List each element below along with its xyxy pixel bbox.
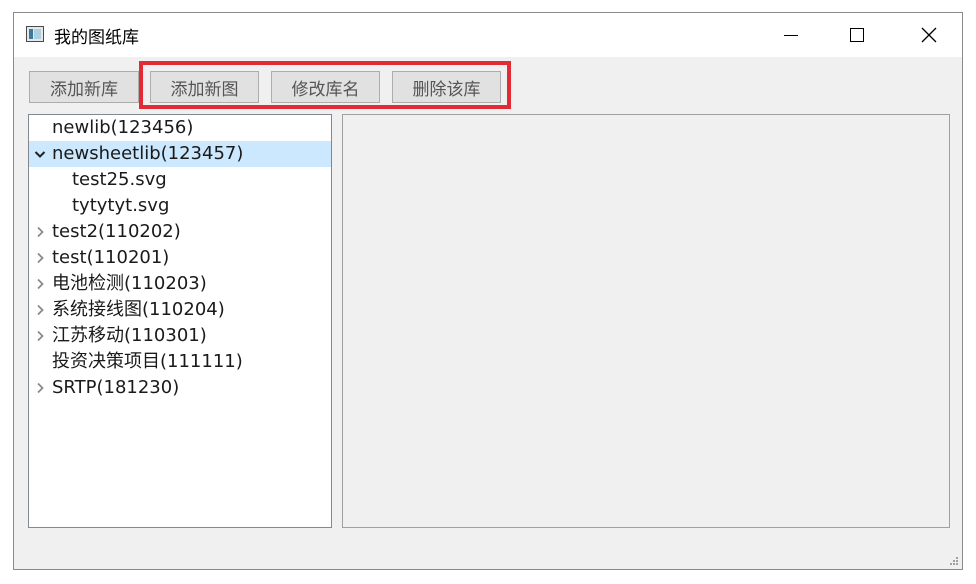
tree-item[interactable]: 电池检测(110203)	[29, 271, 331, 297]
tree-item-label: test25.svg	[72, 169, 167, 190]
maximize-icon	[850, 28, 864, 42]
tree-item[interactable]: 江苏移动(110301)	[29, 323, 331, 349]
tree-item[interactable]: 系统接线图(110204)	[29, 297, 331, 323]
tree-item-label: newsheetlib(123457)	[52, 143, 244, 164]
maximize-button[interactable]	[822, 13, 892, 57]
resize-grip-icon[interactable]	[949, 556, 959, 566]
tree-item-label: newlib(123456)	[52, 117, 194, 138]
tree-item-label: tytytyt.svg	[72, 195, 170, 216]
chevron-down-icon[interactable]	[34, 141, 46, 167]
tree-item[interactable]: SRTP(181230)	[29, 375, 331, 401]
tree-item[interactable]: test(110201)	[29, 245, 331, 271]
window-title: 我的图纸库	[54, 28, 139, 48]
highlight-box	[139, 61, 511, 109]
chevron-right-icon[interactable]	[34, 297, 46, 323]
tree-item-label: 电池检测(110203)	[52, 273, 207, 294]
close-button[interactable]	[894, 13, 964, 57]
tree-item-label: test2(110202)	[52, 221, 181, 242]
chevron-right-icon[interactable]	[34, 375, 46, 401]
drawing-preview-panel	[342, 114, 950, 528]
title-bar: 我的图纸库	[14, 13, 962, 57]
chevron-right-icon[interactable]	[34, 323, 46, 349]
minimize-icon	[784, 34, 798, 36]
library-tree[interactable]: newlib(123456) newsheetlib(123457) test25.…	[28, 114, 332, 528]
add-library-button[interactable]: 添加新库	[29, 71, 139, 103]
tree-item[interactable]: test25.svg	[29, 167, 331, 193]
tree-item-label: test(110201)	[52, 247, 170, 268]
tree-item[interactable]: 投资决策项目(111111)	[29, 349, 331, 375]
chevron-right-icon[interactable]	[34, 219, 46, 245]
main-window: 我的图纸库 添加新库 添加新图 修改库名 删除该库 newlib(123456)…	[13, 12, 963, 570]
close-icon	[921, 27, 937, 43]
tree-item[interactable]: newsheetlib(123457)	[29, 141, 331, 167]
tree-item[interactable]: tytytyt.svg	[29, 193, 331, 219]
tree-item[interactable]: newlib(123456)	[29, 115, 331, 141]
tree-item-label: SRTP(181230)	[52, 377, 180, 398]
app-icon	[26, 26, 44, 42]
tree-item-label: 投资决策项目(111111)	[52, 351, 243, 372]
tree-item-label: 系统接线图(110204)	[52, 299, 225, 320]
tree-item[interactable]: test2(110202)	[29, 219, 331, 245]
tree-item-label: 江苏移动(110301)	[52, 325, 207, 346]
minimize-button[interactable]	[756, 13, 826, 57]
chevron-right-icon[interactable]	[34, 271, 46, 297]
chevron-right-icon[interactable]	[34, 245, 46, 271]
